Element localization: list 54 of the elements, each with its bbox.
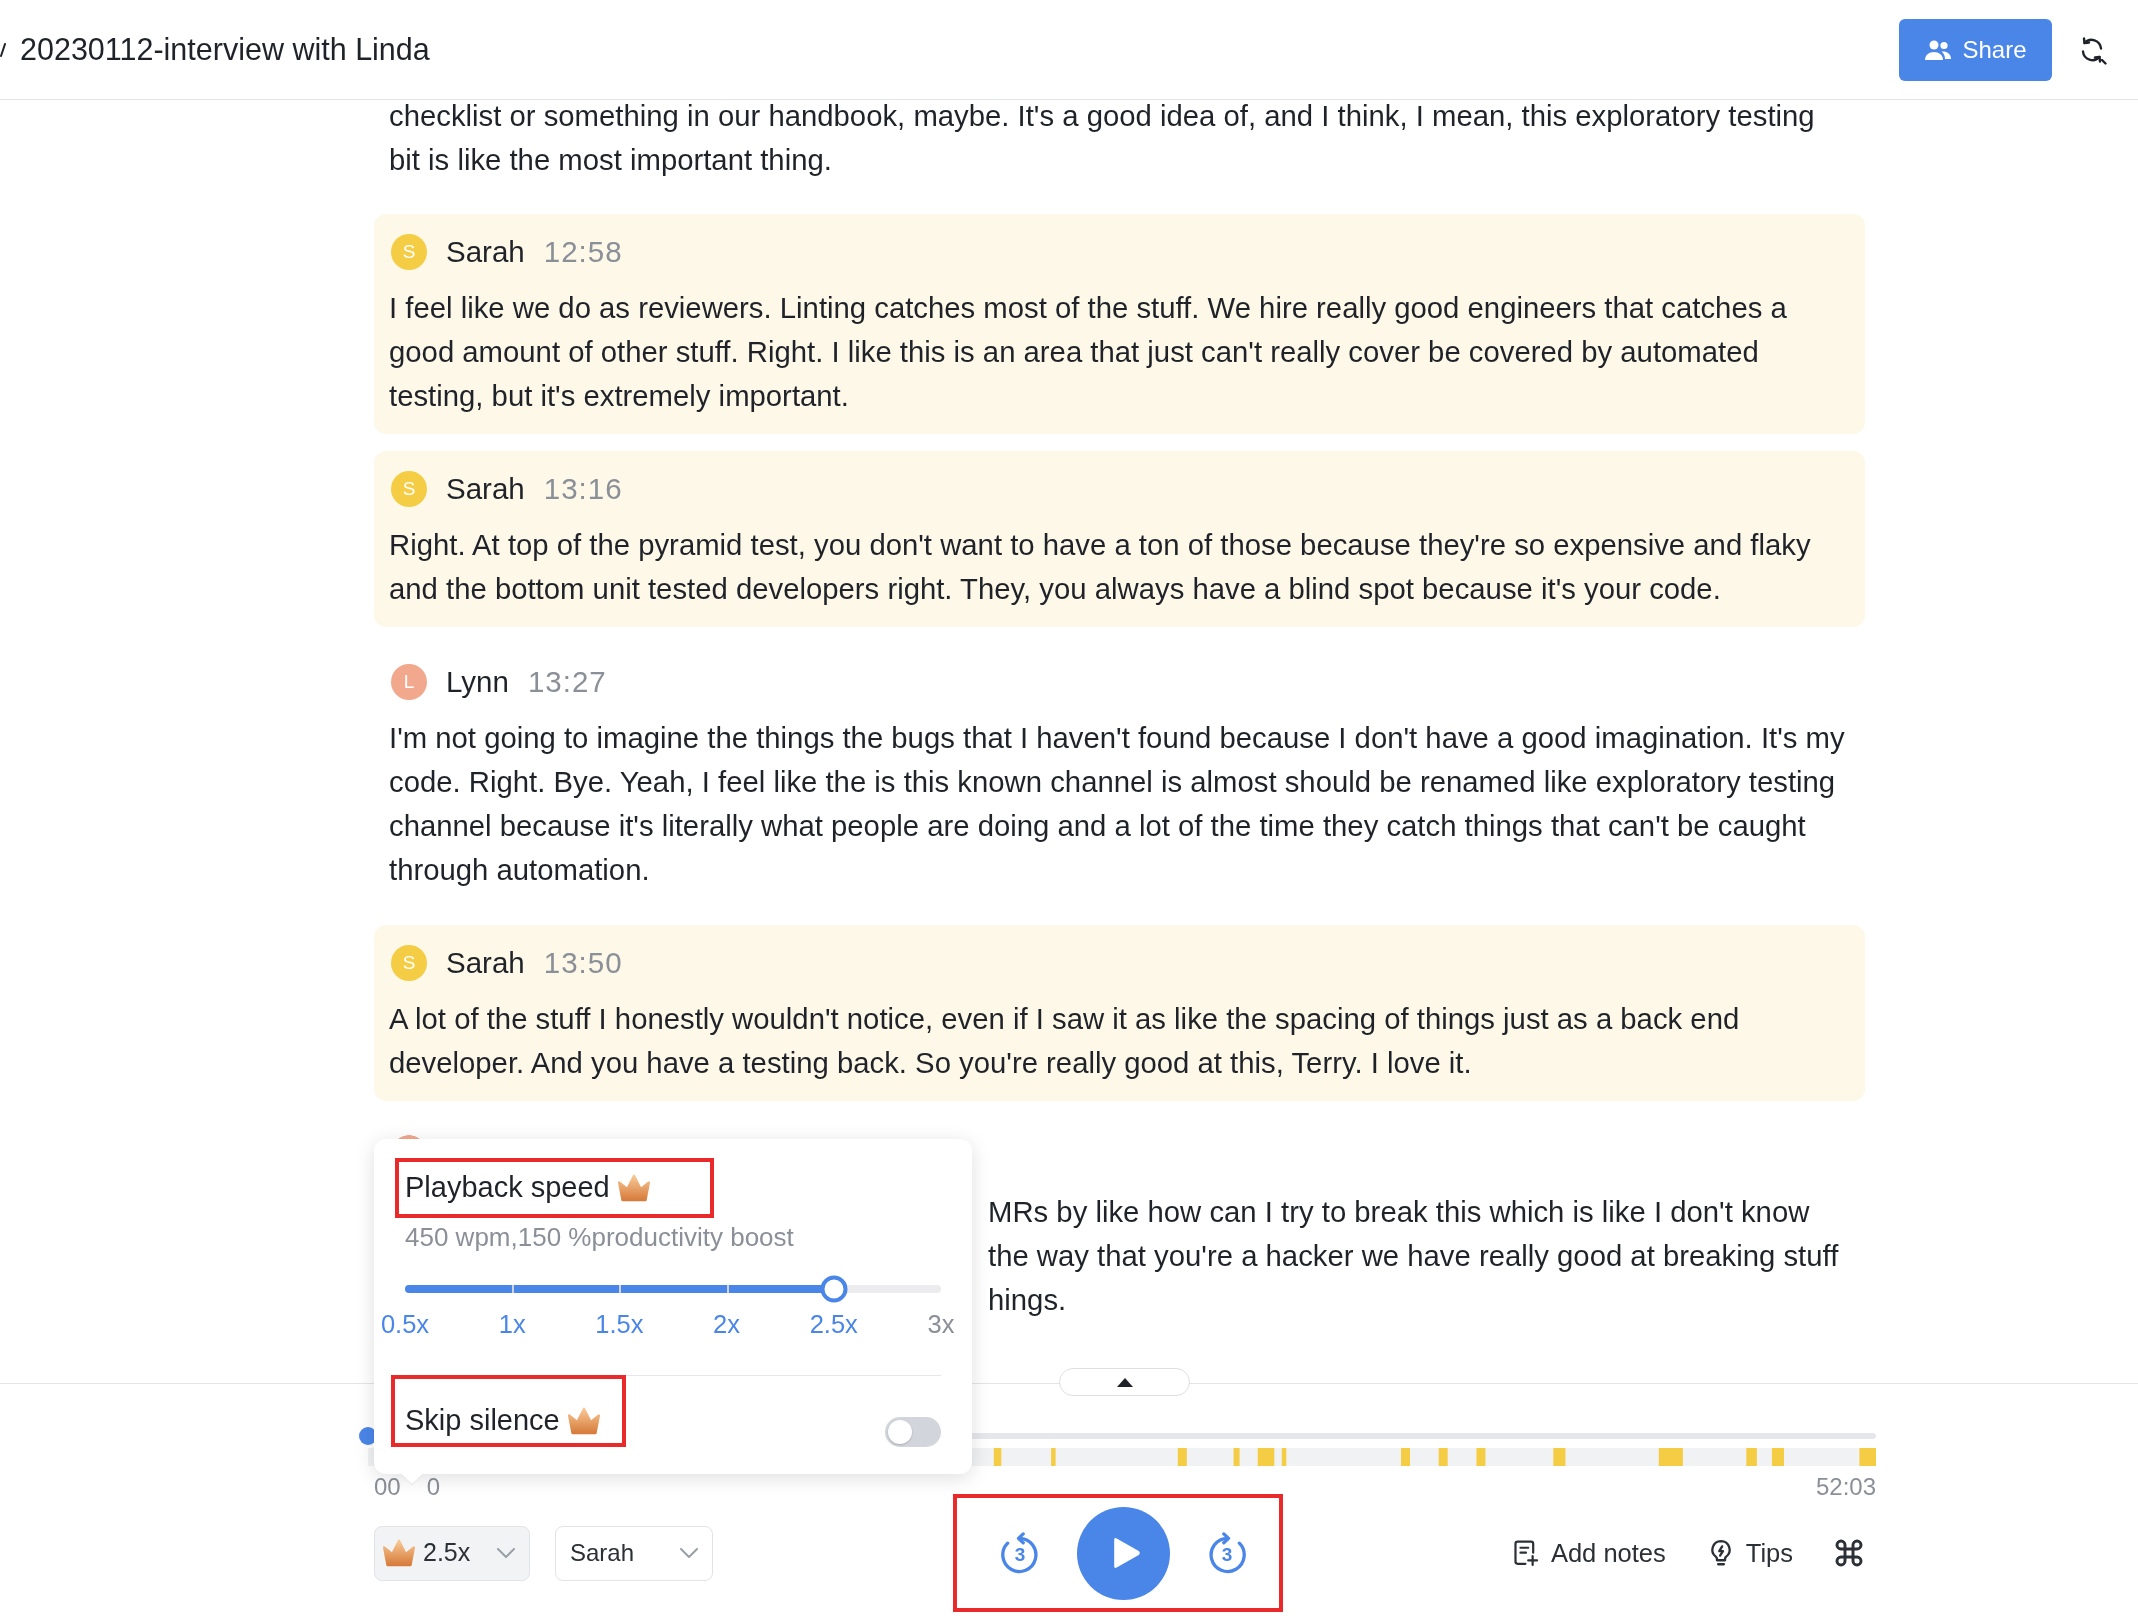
forward-arrow-icon [1207, 1532, 1247, 1574]
message-text: A lot of the stuff I honestly wouldn't notice, even if I saw it as like the spacing of things just as a back end developer. And you have a testing back. So you're really good at this, Terry. I love it. [389, 1001, 1741, 1081]
speaker-name: Sarah [446, 470, 525, 507]
message-text: I'm not going to imagine the things the bugs that I haven't found because I don't have a good imagination. It's my code. Right. Bye. Yeah, I feel like the is this known channel is almost should be renamed like exploratory testing channel because it's literally what people are doing and a lot of the time they catch things that can't be caught through automation. [389, 720, 1846, 888]
note-plus-icon [1512, 1540, 1539, 1566]
avatar: S [391, 234, 427, 270]
tips-button[interactable]: Tips [1707, 1533, 1793, 1573]
avatar: L [391, 664, 427, 700]
rewind-button[interactable]: 3 [1000, 1532, 1040, 1574]
speaker-name: Sarah [446, 944, 525, 981]
popover-pointer-icon [401, 1474, 423, 1485]
popover-title: Playback speed [405, 1170, 610, 1206]
timestamp[interactable]: 13:27 [527, 659, 607, 705]
speaker-name: Sarah [446, 233, 525, 270]
speaker-dropdown[interactable]: Sarah [555, 1525, 713, 1581]
elapsed-time: 0 [426, 1475, 441, 1499]
speaker-name: Lynn [446, 663, 509, 700]
play-icon [1111, 1537, 1142, 1569]
message-text: MRs by like how can I try to break this which is like I don't know [988, 1194, 1811, 1230]
chevron-down-icon [497, 1548, 515, 1558]
share-button[interactable]: Share [1899, 18, 2052, 81]
speed-option[interactable]: 1x [478, 1309, 547, 1339]
speed-option[interactable]: 2x [692, 1309, 761, 1339]
speed-option[interactable]: 1.5x [585, 1309, 654, 1339]
rewind-arrow-icon [1000, 1532, 1040, 1574]
timestamp[interactable]: 12:58 [543, 229, 623, 275]
speed-option[interactable]: 0.5x [371, 1309, 439, 1339]
message-text: I feel like we do as reviewers. Linting catches most of the stuff. We hire really good engineers that catches a good amount of other stuff. Right. I like this is an area that just can't really cover be covered by automated testing, but it's extremely important. [389, 290, 1788, 414]
speed-dropdown[interactable]: 2.5x [374, 1525, 530, 1581]
chevron-down-icon [680, 1548, 698, 1558]
message-text: the way that you're a hacker we have really good at breaking stuff [988, 1238, 1840, 1274]
collapse-handle[interactable] [1059, 1368, 1190, 1396]
timestamp[interactable]: 13:16 [543, 466, 623, 512]
message-text: checklist or something in our handbook, maybe. It's a good idea of, and I think, I mean, this exploratory testing bit is like the most important thing. [388, 100, 1816, 178]
speed-info-text: 450 wpm,150 %productivity boost [405, 1222, 795, 1252]
forward-button[interactable]: 3 [1207, 1532, 1247, 1574]
people-icon [1924, 38, 1953, 61]
caret-up-icon [1115, 1377, 1134, 1387]
message-text: Right. At top of the pyramid test, you don't want to have a ton of those because they're so expensive and flaky and the bottom unit tested developers right. They, you always have a blind spot because it's your code. [389, 527, 1812, 607]
skip-silence-label: Skip silence [405, 1403, 560, 1439]
elapsed-time: 00 [374, 1475, 401, 1499]
chevron-icon[interactable] [0, 42, 6, 57]
message-text: hings. [988, 1282, 1068, 1318]
speed-option[interactable]: 3x [906, 1309, 975, 1339]
command-icon[interactable] [1835, 1539, 1863, 1567]
toggle-switch[interactable] [885, 1417, 941, 1447]
speed-option[interactable]: 2.5x [799, 1309, 868, 1339]
avatar: S [391, 945, 427, 981]
duration-time: 52:03 [1815, 1475, 1876, 1499]
timestamp[interactable]: 13:50 [543, 940, 623, 986]
slider-thumb[interactable] [820, 1275, 848, 1303]
avatar: S [391, 471, 427, 507]
window-title: 20230112-interview with Linda [20, 30, 430, 68]
add-notes-button[interactable]: Add notes [1512, 1533, 1666, 1573]
